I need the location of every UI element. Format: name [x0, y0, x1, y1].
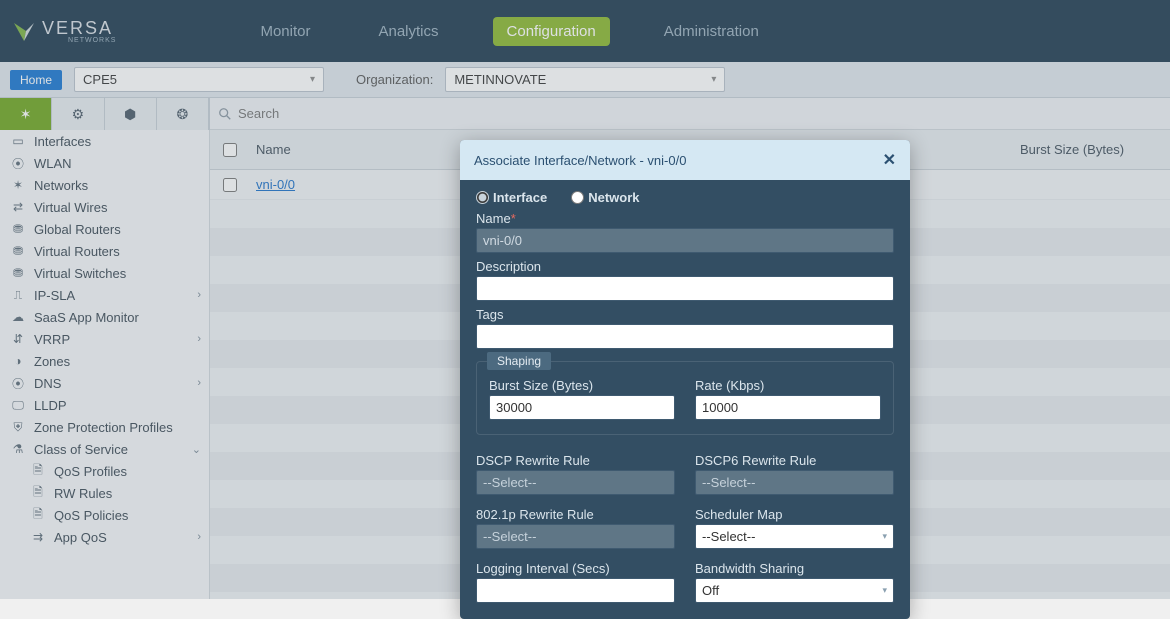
log-label: Logging Interval (Secs)	[476, 561, 675, 576]
desc-input[interactable]	[476, 276, 894, 301]
tags-input[interactable]	[476, 324, 894, 349]
8021p-select[interactable]: --Select--	[476, 524, 675, 549]
modal-title: Associate Interface/Network - vni-0/0	[474, 153, 686, 168]
sched-select[interactable]: --Select--▾	[695, 524, 894, 549]
dscp6-select[interactable]: --Select--	[695, 470, 894, 495]
burst-input[interactable]	[489, 395, 675, 420]
radio-network[interactable]: Network	[571, 190, 639, 205]
sched-label: Scheduler Map	[695, 507, 894, 522]
radio-interface[interactable]: Interface	[476, 190, 547, 205]
chevron-down-icon: ▾	[882, 585, 887, 596]
bw-select[interactable]: Off▾	[695, 578, 894, 603]
rate-label: Rate (Kbps)	[695, 378, 881, 393]
desc-label: Description	[476, 259, 894, 274]
associate-interface-modal: Associate Interface/Network - vni-0/0 ✕ …	[460, 140, 910, 619]
dscp-label: DSCP Rewrite Rule	[476, 453, 675, 468]
close-icon[interactable]: ✕	[883, 150, 896, 170]
shaping-fieldset: Shaping Burst Size (Bytes) Rate (Kbps)	[476, 361, 894, 435]
8021p-label: 802.1p Rewrite Rule	[476, 507, 675, 522]
modal-body: Interface Network Name* Description Tags…	[460, 180, 910, 619]
modal-header: Associate Interface/Network - vni-0/0 ✕	[460, 140, 910, 180]
shaping-legend: Shaping	[487, 352, 551, 370]
bw-label: Bandwidth Sharing	[695, 561, 894, 576]
dscp6-label: DSCP6 Rewrite Rule	[695, 453, 894, 468]
name-input[interactable]	[476, 228, 894, 253]
dscp-select[interactable]: --Select--	[476, 470, 675, 495]
burst-label: Burst Size (Bytes)	[489, 378, 675, 393]
tags-label: Tags	[476, 307, 894, 322]
name-label: Name*	[476, 211, 894, 226]
type-radio-group: Interface Network	[476, 190, 894, 205]
log-input[interactable]	[476, 578, 675, 603]
rate-input[interactable]	[695, 395, 881, 420]
chevron-down-icon: ▾	[882, 531, 887, 542]
